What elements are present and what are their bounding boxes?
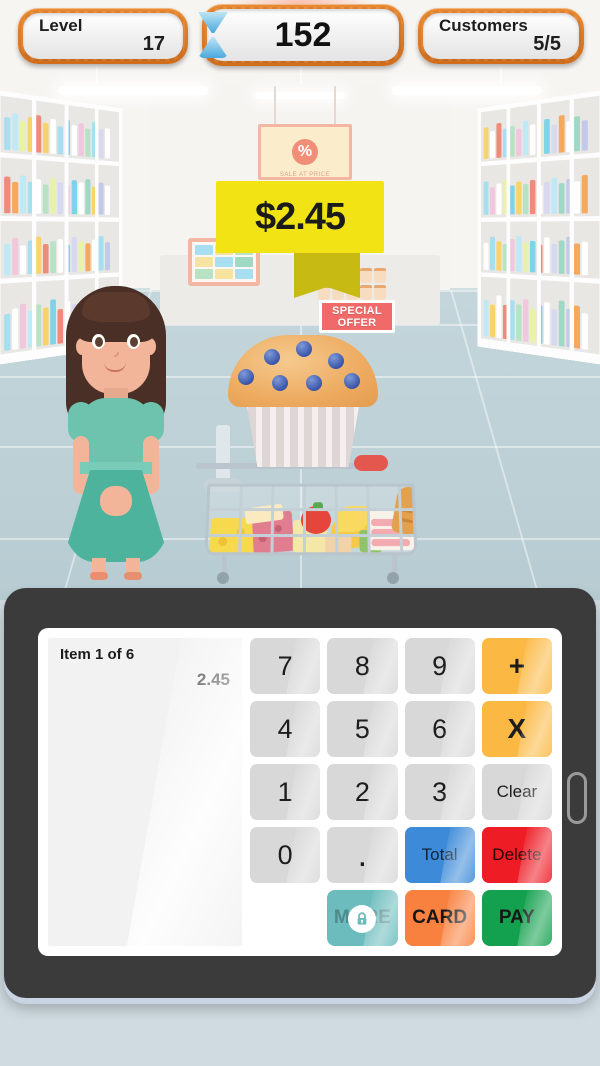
item-counter-label: Item 1 of 6 — [60, 646, 135, 663]
shelf-unit-right — [477, 90, 600, 365]
game-screen: % SALE AT PRICE SPECIAL OFFER $2.45 Leve… — [0, 0, 600, 1066]
key-1[interactable]: 1 — [250, 764, 321, 820]
customers-plaque: Customers 5/5 — [418, 8, 584, 64]
entered-amount: 2.45 — [196, 670, 230, 689]
ceiling-light — [255, 92, 345, 99]
key-clear[interactable]: Clear — [481, 764, 552, 820]
ceiling-light — [392, 86, 542, 95]
customer-character — [52, 286, 180, 580]
register-screen: Item 1 of 6 2.45 7 8 9 + 4 5 6 X 1 2 3 C… — [38, 628, 562, 956]
register-action-row: MORE CARD PAY — [250, 890, 552, 946]
ceiling-light — [58, 86, 208, 95]
key-2[interactable]: 2 — [327, 764, 398, 820]
hanging-discount-banner: % SALE AT PRICE — [258, 86, 352, 180]
level-value: 17 — [142, 33, 165, 55]
customers-value: 5/5 — [533, 33, 561, 55]
special-offer-sign: SPECIAL OFFER — [319, 300, 395, 333]
product-blueberry-muffin — [228, 335, 378, 467]
key-multiply[interactable]: X — [481, 701, 552, 757]
timer-plaque: 152 — [202, 4, 404, 66]
key-delete[interactable]: Delete — [481, 827, 552, 883]
register-keypad: 7 8 9 + 4 5 6 X 1 2 3 Clear 0 . Total De… — [250, 638, 552, 946]
top-hud: Level 17 152 Customers 5/5 — [0, 0, 600, 84]
pay-button[interactable]: PAY — [481, 890, 552, 946]
level-label: Level — [39, 16, 83, 35]
card-button[interactable]: CARD — [404, 890, 475, 946]
key-9[interactable]: 9 — [404, 638, 475, 694]
price-tag: $2.45 — [216, 181, 384, 298]
price-tag-value: $2.45 — [254, 195, 346, 238]
key-total[interactable]: Total — [404, 827, 475, 883]
lock-icon — [348, 905, 377, 934]
key-4[interactable]: 4 — [250, 701, 321, 757]
key-3[interactable]: 3 — [404, 764, 475, 820]
store-scene: % SALE AT PRICE SPECIAL OFFER $2.45 — [0, 0, 600, 600]
hanging-banner-subtitle: SALE AT PRICE — [279, 172, 331, 178]
key-6[interactable]: 6 — [404, 701, 475, 757]
shopping-cart — [196, 455, 426, 584]
key-5[interactable]: 5 — [327, 701, 398, 757]
key-8[interactable]: 8 — [327, 638, 398, 694]
special-offer-line1: SPECIAL — [332, 304, 382, 317]
cart-groceries — [208, 484, 418, 554]
special-offer-line2: OFFER — [337, 316, 377, 329]
more-button[interactable]: MORE — [327, 890, 398, 946]
hourglass-icon — [196, 12, 230, 58]
key-decimal[interactable]: . — [327, 827, 398, 883]
timer-value: 152 — [274, 16, 332, 54]
register-display: Item 1 of 6 2.45 — [48, 638, 242, 946]
key-plus[interactable]: + — [481, 638, 552, 694]
key-7[interactable]: 7 — [250, 638, 321, 694]
percent-icon: % — [292, 139, 318, 165]
level-plaque: Level 17 — [18, 8, 188, 64]
customers-label: Customers — [439, 16, 528, 35]
key-0[interactable]: 0 — [250, 827, 321, 883]
power-button[interactable] — [567, 772, 587, 824]
